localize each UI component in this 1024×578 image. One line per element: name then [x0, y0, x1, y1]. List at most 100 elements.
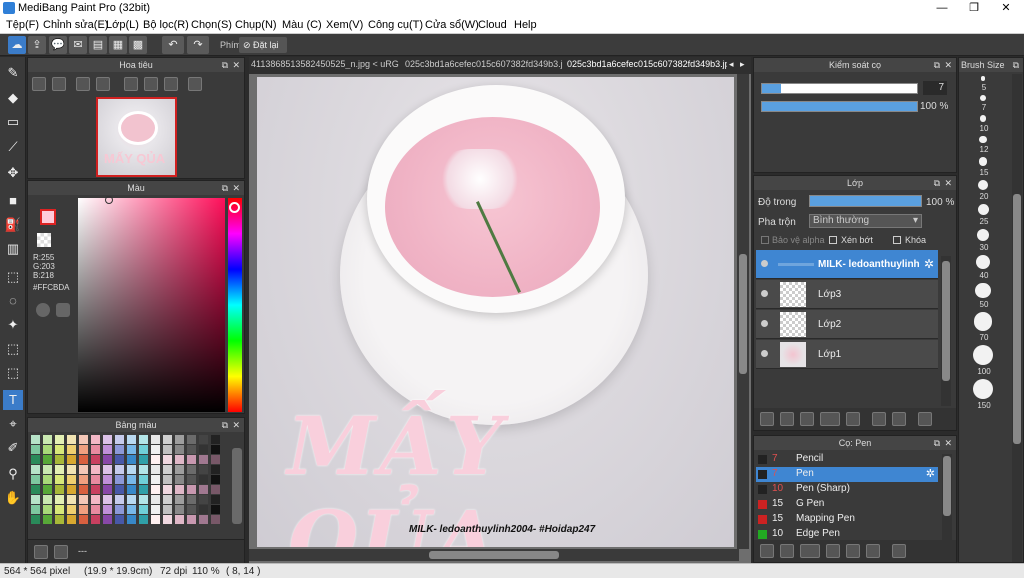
color-swatch[interactable] [175, 445, 184, 454]
layer-opacity-slider[interactable] [809, 195, 922, 207]
horizontal-scrollbar[interactable] [249, 549, 739, 561]
color-swatch[interactable] [139, 435, 148, 444]
color-swatch[interactable] [151, 455, 160, 464]
color-swatch[interactable] [115, 475, 124, 484]
horizontal-scroll-thumb[interactable] [429, 551, 559, 559]
gradient-tool-icon[interactable]: ▥ [3, 239, 23, 259]
brush-size-dot[interactable] [978, 157, 988, 166]
close-panel-icon[interactable]: ✕ [944, 58, 952, 72]
folder-icon[interactable] [846, 412, 860, 426]
color-swatch[interactable] [43, 495, 52, 504]
color-swatch[interactable] [31, 435, 40, 444]
color-swatch[interactable] [103, 445, 112, 454]
color-swatch[interactable] [79, 495, 88, 504]
color-swatch[interactable] [175, 505, 184, 514]
lock-checkbox[interactable] [893, 236, 901, 244]
rotate-right-icon[interactable] [164, 77, 178, 91]
color-swatch[interactable] [91, 515, 100, 524]
zoom-out-icon[interactable] [52, 77, 66, 91]
undock-icon[interactable]: ⧉ [934, 436, 940, 450]
actual-size-icon[interactable] [96, 77, 110, 91]
color-swatch[interactable] [163, 455, 172, 464]
brush-size-dot[interactable] [973, 344, 993, 365]
color-swatch[interactable] [79, 485, 88, 494]
brush-size-scrollbar[interactable] [1012, 74, 1022, 562]
color-swatch[interactable] [67, 455, 76, 464]
color-swatch[interactable] [103, 505, 112, 514]
clipping-checkbox[interactable] [829, 236, 837, 244]
delete-layer-icon[interactable] [918, 412, 932, 426]
color-swatch[interactable] [91, 445, 100, 454]
color-swatch[interactable] [187, 495, 196, 504]
brush-opacity-slider[interactable] [761, 101, 918, 112]
share-icon[interactable]: ⇪ [28, 36, 46, 54]
brush-size-scroll-thumb[interactable] [1013, 194, 1021, 444]
color-swatch[interactable] [175, 475, 184, 484]
color-swatch[interactable] [55, 435, 64, 444]
magic-wand-tool-icon[interactable]: ✦ [3, 315, 23, 335]
cloud-icon[interactable]: ☁ [8, 36, 26, 54]
tab-doc-1[interactable]: 4113868513582450525_n.jpg < uRGB > [251, 59, 399, 69]
select-eraser-tool-icon[interactable]: ⬚ [3, 363, 23, 383]
color-swatch[interactable] [211, 495, 220, 504]
transparent-swatch[interactable] [37, 233, 51, 247]
color-swatch[interactable] [127, 435, 136, 444]
protect-alpha-checkbox[interactable] [761, 236, 769, 244]
color-swatch[interactable] [55, 515, 64, 524]
brush-item[interactable]: 15 G Pen [756, 497, 938, 512]
color-swatch[interactable] [127, 445, 136, 454]
color-swatch[interactable] [163, 495, 172, 504]
color-swatch[interactable] [187, 505, 196, 514]
color-swatch[interactable] [91, 505, 100, 514]
color-swatch[interactable] [211, 505, 220, 514]
color-swatch[interactable] [127, 495, 136, 504]
document-icon[interactable]: ▤ [89, 36, 107, 54]
color-swatch[interactable] [55, 485, 64, 494]
foreground-color-swatch[interactable] [40, 209, 56, 225]
brush-scrollbar[interactable] [942, 454, 952, 540]
color-swatch[interactable] [67, 485, 76, 494]
merge-layer-icon[interactable] [892, 412, 906, 426]
color-swatch[interactable] [127, 485, 136, 494]
undock-icon[interactable]: ⧉ [222, 181, 228, 195]
color-swatch[interactable] [79, 465, 88, 474]
comment-icon[interactable]: 💬 [49, 36, 67, 54]
color-swatch[interactable] [79, 505, 88, 514]
color-swatch[interactable] [139, 515, 148, 524]
color-swatch[interactable] [151, 445, 160, 454]
tab-scroll-left-icon[interactable]: ◂ [729, 59, 734, 70]
color-swatch[interactable] [163, 435, 172, 444]
minimize-button[interactable]: — [926, 0, 958, 16]
tab-doc-2[interactable]: 025c3bd1a6cefec015c607382fd349b3.jpg [405, 59, 563, 69]
color-swatch[interactable] [139, 495, 148, 504]
color-swatch[interactable] [151, 475, 160, 484]
brush-size-dot[interactable] [976, 228, 990, 241]
zoom-in-icon[interactable] [32, 77, 46, 91]
brush-size-dot[interactable] [973, 312, 993, 331]
add-layer-menu-icon[interactable] [820, 412, 840, 426]
delete-brush-icon[interactable] [892, 544, 906, 558]
color-swatch[interactable] [163, 505, 172, 514]
line-tool-icon[interactable]: ⟋ [3, 137, 23, 157]
color-swatch[interactable] [55, 495, 64, 504]
color-swatch[interactable] [175, 465, 184, 474]
color-swatch[interactable] [175, 455, 184, 464]
menu-window[interactable]: Cửa sổ(W) [425, 19, 479, 31]
eye-icon[interactable] [761, 350, 768, 357]
color-swatch[interactable] [127, 455, 136, 464]
color-swatch[interactable] [43, 485, 52, 494]
color-swatch[interactable] [67, 475, 76, 484]
color-swatch[interactable] [79, 435, 88, 444]
maximize-button[interactable]: ❐ [958, 0, 990, 16]
color-swatch[interactable] [187, 485, 196, 494]
color-swatch[interactable] [115, 515, 124, 524]
color-swatch[interactable] [199, 495, 208, 504]
color-swatch[interactable] [43, 515, 52, 524]
rotate-reset-icon[interactable] [144, 77, 158, 91]
color-swatch[interactable] [103, 465, 112, 474]
select-pen-tool-icon[interactable]: ⬚ [3, 339, 23, 359]
operation-tool-icon[interactable]: ⌖ [3, 414, 23, 434]
color-swatch[interactable] [211, 435, 220, 444]
color-swatch[interactable] [175, 495, 184, 504]
color-swatch[interactable] [199, 455, 208, 464]
